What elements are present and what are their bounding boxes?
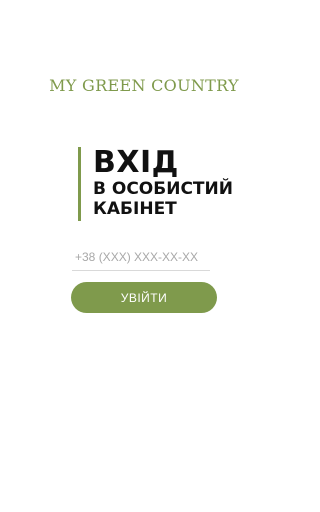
- login-button[interactable]: УВІЙТИ: [71, 282, 217, 313]
- login-screen: MY GREEN COUNTRY ВХІД В ОСОБИСТИЙ КАБІНЕ…: [0, 0, 288, 512]
- page-title: ВХІД: [93, 145, 179, 180]
- phone-input[interactable]: [72, 246, 210, 268]
- page-subtitle-line-1: В ОСОБИСТИЙ: [93, 179, 233, 199]
- login-heading: ВХІД В ОСОБИСТИЙ КАБІНЕТ: [78, 147, 233, 221]
- brand-logo: MY GREEN COUNTRY: [49, 76, 239, 95]
- page-subtitle-line-2: КАБІНЕТ: [93, 199, 177, 219]
- phone-field-wrapper: [72, 246, 210, 271]
